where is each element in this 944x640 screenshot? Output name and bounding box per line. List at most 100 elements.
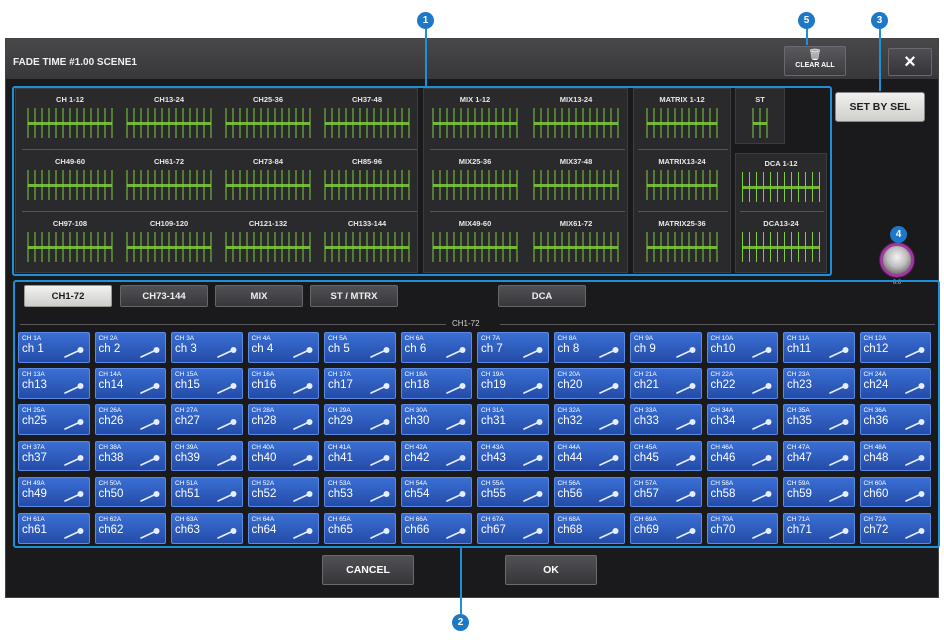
channel-button[interactable]: CH 23A ch23 [783,368,855,399]
channel-button[interactable]: CH 70A ch70 [706,512,778,544]
channel-button[interactable]: CH 18A ch18 [400,368,472,399]
channel-button[interactable]: CH 57A ch57 [630,476,702,508]
fade-time-knob[interactable] [880,243,914,277]
channel-id-label: CH 20A [557,371,581,379]
channel-button[interactable]: CH 55A ch55 [477,476,549,508]
channel-button[interactable]: CH 64A ch64 [247,512,319,544]
callout-2-line [460,548,462,614]
channel-button[interactable]: CH 48A ch48 [859,440,931,472]
microphone-icon [752,346,772,358]
channel-name-label: ch43 [481,451,506,464]
channel-button[interactable]: CH 8A ch 8 [553,332,625,363]
channel-button[interactable]: CH 62A ch62 [94,512,166,544]
channel-button[interactable]: CH 1A ch 1 [18,332,90,363]
channel-button[interactable]: CH 11A ch11 [783,332,855,363]
channel-button[interactable]: CH 46A ch46 [706,440,778,472]
channel-button[interactable]: CH 24A ch24 [859,368,931,399]
channel-button[interactable]: CH 39A ch39 [171,440,243,472]
microphone-icon [63,455,83,466]
channel-button[interactable]: CH 29A ch29 [324,404,396,435]
panel-title: CH1-72 [452,319,480,328]
channel-button[interactable]: CH 38A ch38 [94,440,166,472]
channel-button[interactable]: CH 35A ch35 [783,404,855,435]
channel-button[interactable]: CH 71A ch71 [783,512,855,544]
set-by-sel-button[interactable]: SET BY SEL [835,92,925,122]
channel-button[interactable]: CH 27A ch27 [171,404,243,435]
channel-button[interactable]: CH 31A ch31 [477,404,549,435]
channel-button[interactable]: CH 40A ch40 [247,440,319,472]
channel-button[interactable]: CH 33A ch33 [630,404,702,435]
channel-button[interactable]: CH 56A ch56 [553,476,625,508]
channel-button[interactable]: CH 49A ch49 [18,476,90,508]
channel-button[interactable]: CH 22A ch22 [706,368,778,399]
channel-button[interactable]: CH 53A ch53 [324,476,396,508]
channel-button[interactable]: CH 17A ch17 [324,368,396,399]
channel-button[interactable]: CH 3A ch 3 [171,332,243,363]
channel-id-label: CH 29A [328,407,351,415]
channel-button[interactable]: CH 28A ch28 [247,404,319,435]
channel-button[interactable]: CH 16A ch16 [247,368,319,399]
channel-id-label: CH 26A [98,407,122,415]
channel-id-label: CH 40A [251,443,275,451]
channel-button[interactable]: CH 41A ch41 [324,440,396,472]
channel-button[interactable]: CH 26A ch26 [94,404,166,435]
channel-id-label: CH 61A [22,515,45,523]
channel-button[interactable]: CH 51A ch51 [171,476,243,508]
channel-button[interactable]: CH 69A ch69 [630,512,702,544]
channel-id-label: CH 24A [863,371,887,379]
channel-button[interactable]: CH 37A ch37 [18,440,90,472]
channel-button[interactable]: CH 9A ch 9 [630,332,702,363]
channel-button[interactable]: CH 61A ch61 [18,512,90,544]
channel-button[interactable]: CH 67A ch67 [477,512,549,544]
channel-name-label: ch37 [22,451,47,464]
channel-id-label: CH 22A [710,371,734,379]
channel-button[interactable]: CH 14A ch14 [94,368,166,399]
channel-button[interactable]: CH 50A ch50 [94,476,166,508]
channel-button[interactable]: CH 13A ch13 [18,368,90,399]
channel-button[interactable]: CH 43A ch43 [477,440,549,472]
channel-button[interactable]: CH 21A ch21 [630,368,702,399]
channel-button[interactable]: CH 10A ch10 [706,332,778,363]
microphone-icon [63,346,83,358]
channel-button[interactable]: CH 5A ch 5 [324,332,396,363]
clear-all-button[interactable]: 🗑 CLEAR ALL [784,46,846,76]
channel-button[interactable]: CH 25A ch25 [18,404,90,435]
microphone-icon [905,382,925,394]
channel-button[interactable]: CH 4A ch 4 [247,332,319,363]
channel-button[interactable]: CH 52A ch52 [247,476,319,508]
channel-button[interactable]: CH 36A ch36 [859,404,931,435]
channel-button[interactable]: CH 66A ch66 [400,512,472,544]
channel-button[interactable]: CH 42A ch42 [400,440,472,472]
channel-button[interactable]: CH 7A ch 7 [477,332,549,363]
channel-name-label: ch58 [710,487,736,500]
channel-button[interactable]: CH 12A ch12 [859,332,931,363]
channel-button[interactable]: CH 32A ch32 [553,404,625,435]
channel-button[interactable]: CH 47A ch47 [783,440,855,472]
channel-button[interactable]: CH 45A ch45 [630,440,702,472]
channel-button[interactable]: CH 19A ch19 [477,368,549,399]
channel-button[interactable]: CH 68A ch68 [553,512,625,544]
channel-button[interactable]: CH 54A ch54 [400,476,472,508]
channel-button[interactable]: CH 63A ch63 [171,512,243,544]
channel-button[interactable]: CH 60A ch60 [859,476,931,508]
cancel-button[interactable]: CANCEL [322,555,414,585]
channel-button[interactable]: CH 59A ch59 [783,476,855,508]
close-button[interactable]: × [888,48,932,76]
channel-button[interactable]: CH 15A ch15 [171,368,243,399]
channel-button[interactable]: CH 30A ch30 [400,404,472,435]
channel-button[interactable]: CH 34A ch34 [706,404,778,435]
channel-id-label: CH 7A [481,335,501,342]
channel-button[interactable]: CH 58A ch58 [706,476,778,508]
channel-button[interactable]: CH 20A ch20 [553,368,625,399]
channel-id-label: CH 30A [404,407,428,415]
channel-button[interactable]: CH 44A ch44 [553,440,625,472]
channel-id-label: CH 5A [328,335,348,342]
ok-button[interactable]: OK [505,555,597,585]
channel-name-label: ch56 [557,487,583,500]
channel-button[interactable]: CH 6A ch 6 [400,332,472,363]
channel-button[interactable]: CH 65A ch65 [324,512,396,544]
channel-button[interactable]: CH 72A ch72 [859,512,931,544]
channel-button[interactable]: CH 2A ch 2 [94,332,166,363]
channel-name-label: ch41 [328,451,353,464]
microphone-icon [675,527,695,539]
